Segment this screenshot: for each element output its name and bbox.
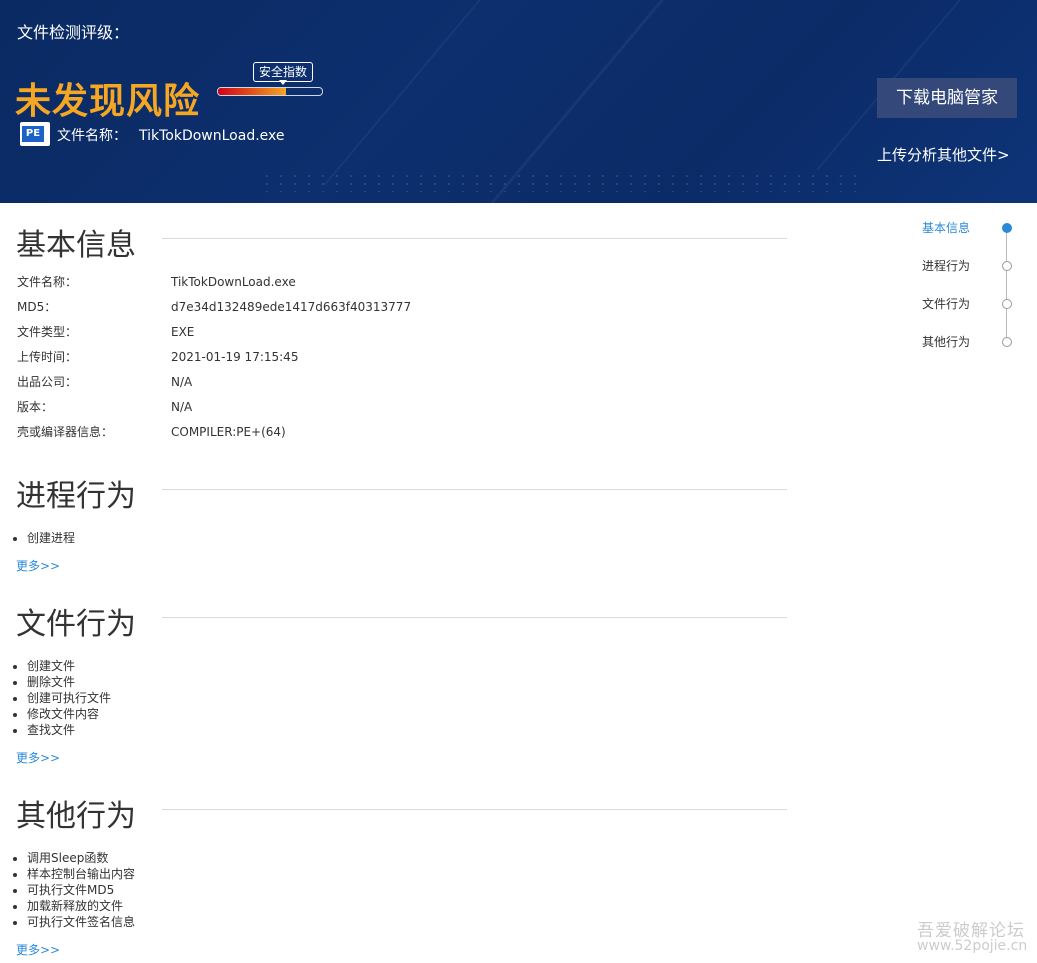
nav-item-file[interactable]: 文件行为 — [922, 296, 970, 312]
banner-decoration — [323, 0, 519, 186]
section-divider — [162, 617, 787, 618]
safety-index-tag: 安全指数 — [253, 62, 314, 82]
info-row-upload-time: 上传时间： 2021-01-19 17:15:45 — [17, 350, 299, 364]
nav-track-line — [1006, 228, 1007, 342]
file-behavior-list: 创建文件 删除文件 创建可执行文件 修改文件内容 查找文件 — [9, 658, 111, 738]
section-title-basic: 基本信息 — [16, 228, 136, 263]
safety-index: 安全指数 — [217, 62, 323, 98]
header-banner: 文件检测评级： 未发现风险 安全指数 PE 文件名称： TikTokDownLoa… — [0, 0, 1037, 203]
safety-index-fill — [218, 88, 286, 95]
section-divider — [162, 238, 787, 239]
info-row-file-name: 文件名称： TikTokDownLoad.exe — [17, 275, 296, 289]
rating-label: 文件检测评级： — [17, 23, 130, 42]
download-manager-button[interactable]: 下载电脑管家 — [877, 78, 1017, 118]
list-item: 可执行文件签名信息 — [27, 914, 135, 930]
list-item: 样本控制台输出内容 — [27, 866, 135, 882]
section-divider — [162, 809, 787, 810]
nav-item-other[interactable]: 其他行为 — [922, 334, 970, 350]
list-item: 创建可执行文件 — [27, 690, 111, 706]
nav-dot[interactable] — [1002, 261, 1012, 271]
process-more-link[interactable]: 更多>> — [16, 557, 60, 574]
section-title-other: 其他行为 — [16, 799, 136, 834]
list-item: 创建进程 — [27, 530, 75, 546]
list-item: 可执行文件MD5 — [27, 882, 135, 898]
nav-item-basic[interactable]: 基本信息 — [922, 220, 970, 236]
list-item: 加载新释放的文件 — [27, 898, 135, 914]
other-behavior-list: 调用Sleep函数 样本控制台输出内容 可执行文件MD5 加载新释放的文件 可执… — [9, 850, 135, 930]
file-name-value: TikTokDownLoad.exe — [139, 128, 285, 144]
banner-decoration — [260, 172, 860, 192]
list-item: 删除文件 — [27, 674, 111, 690]
list-item: 创建文件 — [27, 658, 111, 674]
info-row-file-type: 文件类型： EXE — [17, 325, 195, 339]
section-title-file: 文件行为 — [16, 607, 136, 642]
nav-dot-active[interactable] — [1002, 223, 1012, 233]
nav-dot[interactable] — [1002, 299, 1012, 309]
info-row-md5: MD5： d7e34d132489ede1417d663f40313777 — [17, 300, 412, 314]
file-name-label: 文件名称： — [57, 128, 127, 144]
section-title-process: 进程行为 — [16, 479, 136, 514]
process-behavior-list: 创建进程 — [9, 530, 75, 546]
section-divider — [162, 489, 787, 490]
nav-dot[interactable] — [1002, 337, 1012, 347]
risk-result: 未发现风险 — [15, 81, 201, 122]
list-item: 修改文件内容 — [27, 706, 111, 722]
pe-file-icon: PE — [20, 122, 50, 146]
forum-watermark-url: www.52pojie.cn — [917, 938, 1028, 954]
safety-index-bar — [217, 87, 323, 96]
file-more-link[interactable]: 更多>> — [16, 749, 60, 766]
list-item: 查找文件 — [27, 722, 111, 738]
upload-other-file-link[interactable]: 上传分析其他文件> — [877, 144, 1010, 165]
info-row-compiler: 壳或编译器信息： COMPILER:PE+(64) — [17, 425, 286, 439]
section-nav: 基本信息 进程行为 文件行为 其他行为 — [900, 218, 1020, 358]
info-row-company: 出品公司： N/A — [17, 375, 193, 389]
other-more-link[interactable]: 更多>> — [16, 941, 60, 958]
nav-item-process[interactable]: 进程行为 — [922, 258, 970, 274]
list-item: 调用Sleep函数 — [27, 850, 135, 866]
header-file-name: 文件名称： TikTokDownLoad.exe — [57, 125, 285, 145]
safety-index-pointer — [279, 80, 287, 85]
info-row-version: 版本： N/A — [17, 400, 193, 414]
